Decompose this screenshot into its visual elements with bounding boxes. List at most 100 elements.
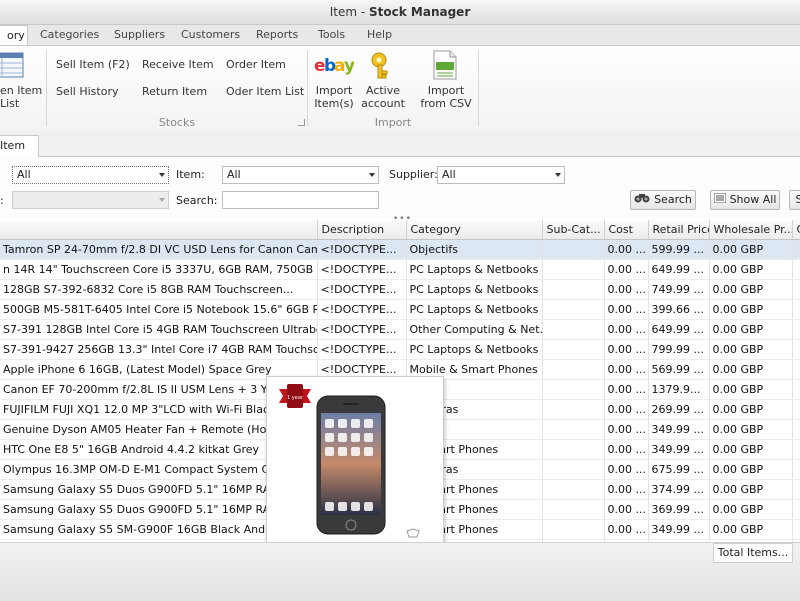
cell-subcategory[interactable]	[542, 499, 605, 520]
cell-wholesale-price[interactable]: 0.00 GBP	[709, 359, 793, 380]
category-select[interactable]: All	[12, 166, 169, 184]
table-row[interactable]: 128GB S7-392-6832 Core i5 8GB RAM Touchs…	[0, 279, 800, 300]
cell-category[interactable]: PC Laptops & Netbooks	[406, 259, 543, 280]
cell-description[interactable]: <!DOCTYPE...	[317, 299, 407, 320]
extra-action-button[interactable]: S	[789, 190, 800, 210]
cell-retail-price[interactable]: 749.99 ...	[648, 279, 710, 300]
cell-extra[interactable]	[792, 279, 800, 300]
cell-retail-price[interactable]: 1379.9...	[648, 379, 710, 400]
return-item-button[interactable]: Return Item	[142, 85, 207, 98]
tab-customers[interactable]: Customers	[173, 25, 248, 45]
cell-cost[interactable]: 0.00 ...	[604, 239, 649, 260]
cell-retail-price[interactable]: 369.99 ...	[648, 499, 710, 520]
active-account-button[interactable]: Active account	[360, 84, 406, 110]
tab-inventory[interactable]: ory	[0, 25, 28, 46]
cell-cost[interactable]: 0.00 ...	[604, 279, 649, 300]
cell-cost[interactable]: 0.00 ...	[604, 519, 649, 540]
cell-extra[interactable]	[792, 359, 800, 380]
import-csv-button[interactable]: Import from CSV	[418, 84, 474, 110]
cell-name[interactable]: n 14R 14" Touchscreen Core i5 3337U, 6GB…	[0, 259, 318, 280]
cell-wholesale-price[interactable]: 0.00 GBP	[709, 259, 793, 280]
tab-categories[interactable]: Categories	[32, 25, 107, 45]
cell-retail-price[interactable]: 649.99 ...	[648, 319, 710, 340]
cell-extra[interactable]	[792, 239, 800, 260]
cell-extra[interactable]	[792, 339, 800, 360]
cell-retail-price[interactable]: 269.99 ...	[648, 399, 710, 420]
cell-subcategory[interactable]	[542, 519, 605, 540]
cell-wholesale-price[interactable]: 0.00 GBP	[709, 379, 793, 400]
cell-retail-price[interactable]: 349.99 ...	[648, 519, 710, 540]
cell-name[interactable]: 128GB S7-392-6832 Core i5 8GB RAM Touchs…	[0, 279, 318, 300]
sell-history-button[interactable]: Sell History	[56, 85, 119, 98]
cell-wholesale-price[interactable]: 0.00 GBP	[709, 519, 793, 540]
cell-category[interactable]: Other Computing & Net...	[406, 319, 543, 340]
stocks-group-launcher-icon[interactable]	[298, 119, 305, 126]
cell-cost[interactable]: 0.00 ...	[604, 259, 649, 280]
cell-retail-price[interactable]: 399.66 ...	[648, 299, 710, 320]
item-select[interactable]: All	[222, 166, 379, 184]
cell-retail-price[interactable]: 649.99 ...	[648, 259, 710, 280]
cell-wholesale-price[interactable]: 0.00 GBP	[709, 419, 793, 440]
cell-extra[interactable]	[792, 319, 800, 340]
show-all-button[interactable]: Show All	[710, 190, 780, 210]
cell-category[interactable]: Objectifs	[406, 239, 543, 260]
cell-subcategory[interactable]	[542, 339, 605, 360]
cell-extra[interactable]	[792, 299, 800, 320]
cell-retail-price[interactable]: 374.99 ...	[648, 479, 710, 500]
cell-subcategory[interactable]	[542, 359, 605, 380]
cell-name[interactable]: S7-391-9427 256GB 13.3" Intel Core i7 4G…	[0, 339, 318, 360]
column-header-subcategory[interactable]: Sub-Cat...	[542, 220, 605, 240]
cell-subcategory[interactable]	[542, 379, 605, 400]
cell-extra[interactable]	[792, 259, 800, 280]
sell-item-button[interactable]: Sell Item (F2)	[56, 58, 130, 71]
column-header-name[interactable]	[0, 220, 318, 240]
cell-wholesale-price[interactable]: 0.00 GBP	[709, 279, 793, 300]
tab-suppliers[interactable]: Suppliers	[106, 25, 173, 45]
order-item-list-button[interactable]: Oder Item List	[226, 85, 304, 98]
cell-cost[interactable]: 0.00 ...	[604, 379, 649, 400]
cell-description[interactable]: <!DOCTYPE...	[317, 279, 407, 300]
supplier-select[interactable]: All	[437, 166, 565, 184]
cell-wholesale-price[interactable]: 0.00 GBP	[709, 479, 793, 500]
cell-extra[interactable]	[792, 479, 800, 500]
order-item-button[interactable]: Order Item	[226, 58, 286, 71]
cell-retail-price[interactable]: 349.99 ...	[648, 439, 710, 460]
cell-cost[interactable]: 0.00 ...	[604, 499, 649, 520]
cell-wholesale-price[interactable]: 0.00 GBP	[709, 439, 793, 460]
table-row[interactable]: Tamron SP 24-70mm f/2.8 DI VC USD Lens f…	[0, 239, 800, 260]
cell-description[interactable]: <!DOCTYPE...	[317, 319, 407, 340]
cell-category[interactable]: PC Laptops & Netbooks	[406, 279, 543, 300]
column-header-description[interactable]: Description	[317, 220, 407, 240]
cell-name[interactable]: S7-391 128GB Intel Core i5 4GB RAM Touch…	[0, 319, 318, 340]
cell-extra[interactable]	[792, 419, 800, 440]
cell-retail-price[interactable]: 599.99 ...	[648, 239, 710, 260]
tab-help[interactable]: Help	[359, 25, 400, 45]
column-header-retail-price[interactable]: Retail Price	[648, 220, 710, 240]
cell-subcategory[interactable]	[542, 239, 605, 260]
table-row[interactable]: n 14R 14" Touchscreen Core i5 3337U, 6GB…	[0, 259, 800, 280]
import-items-button[interactable]: Import Item(s)	[312, 84, 356, 110]
cell-category[interactable]: PC Laptops & Netbooks	[406, 339, 543, 360]
cell-description[interactable]: <!DOCTYPE...	[317, 239, 407, 260]
search-button[interactable]: Search	[630, 190, 696, 210]
cell-cost[interactable]: 0.00 ...	[604, 459, 649, 480]
cell-cost[interactable]: 0.00 ...	[604, 359, 649, 380]
cell-cost[interactable]: 0.00 ...	[604, 419, 649, 440]
cell-subcategory[interactable]	[542, 399, 605, 420]
cell-wholesale-price[interactable]: 0.00 GBP	[709, 459, 793, 480]
cell-extra[interactable]	[792, 399, 800, 420]
cell-subcategory[interactable]	[542, 259, 605, 280]
cell-extra[interactable]	[792, 439, 800, 460]
cell-wholesale-price[interactable]: 0.00 GBP	[709, 239, 793, 260]
cell-subcategory[interactable]	[542, 319, 605, 340]
cell-subcategory[interactable]	[542, 459, 605, 480]
column-header-cost[interactable]: Cost	[604, 220, 649, 240]
cell-wholesale-price[interactable]: 0.00 GBP	[709, 319, 793, 340]
cell-retail-price[interactable]: 675.99 ...	[648, 459, 710, 480]
tab-item[interactable]: Item	[0, 135, 39, 157]
total-items-button[interactable]: Total Items...	[713, 543, 793, 563]
cell-description[interactable]: <!DOCTYPE...	[317, 259, 407, 280]
cell-cost[interactable]: 0.00 ...	[604, 299, 649, 320]
cell-extra[interactable]	[792, 459, 800, 480]
tab-tools[interactable]: Tools	[310, 25, 353, 45]
